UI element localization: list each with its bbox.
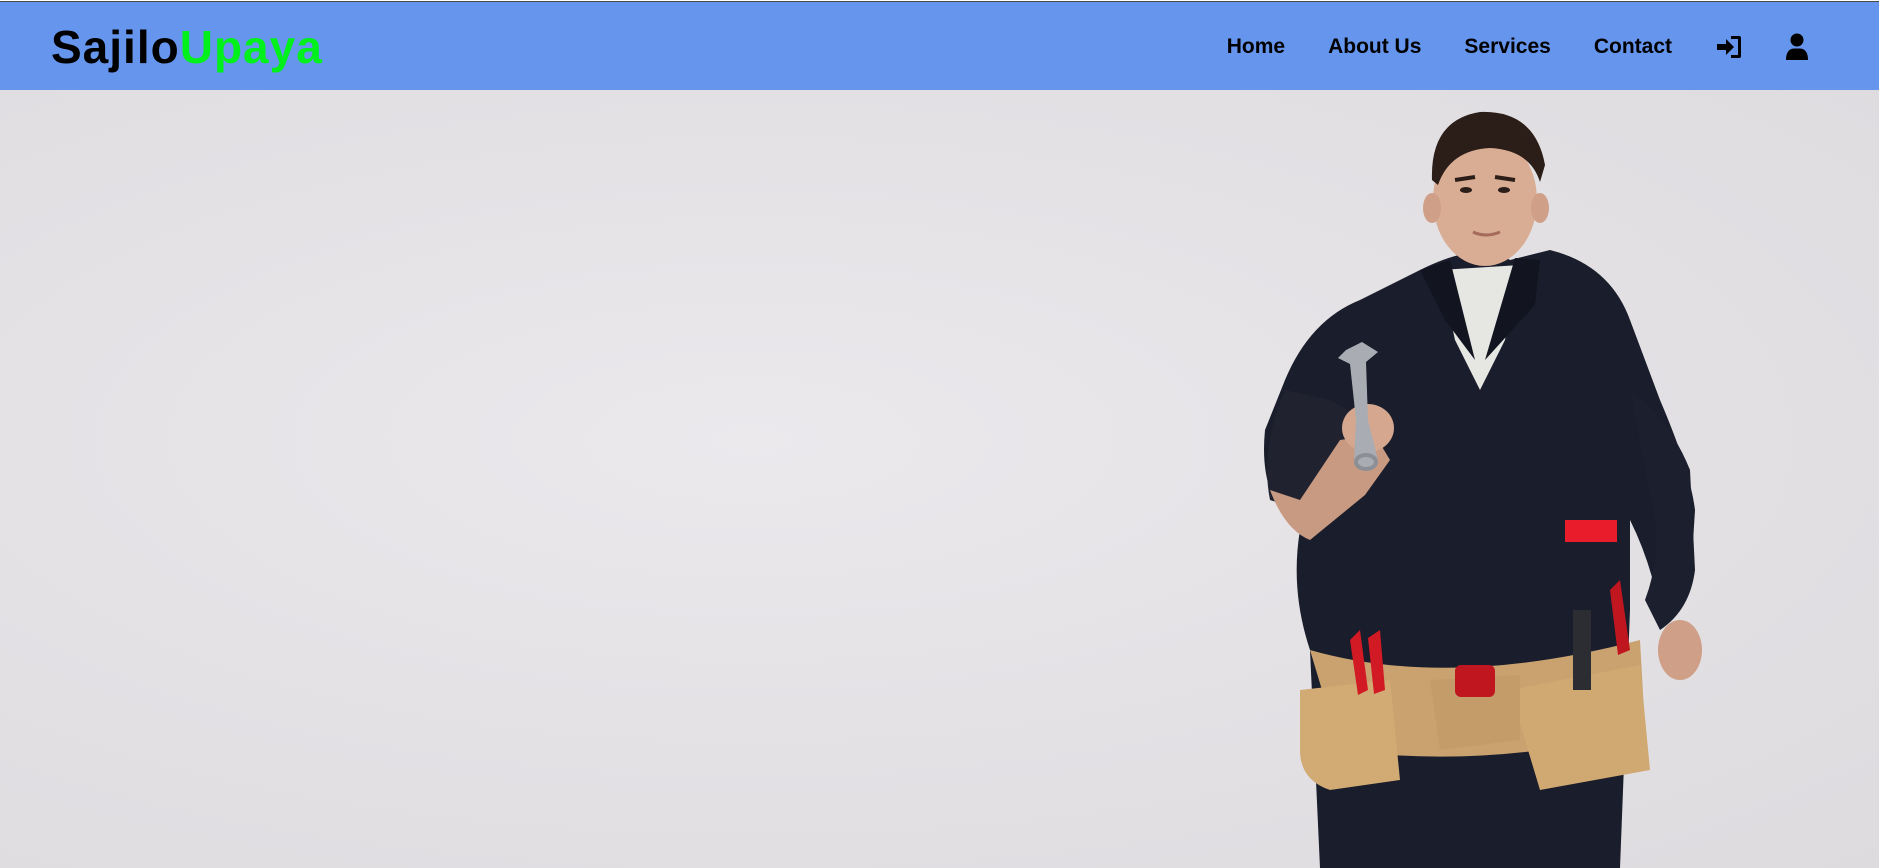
user-icon[interactable] [1782, 32, 1812, 62]
brand-name-part-b: Upaya [179, 21, 323, 73]
nav-link-services[interactable]: Services [1464, 35, 1550, 59]
brand-logo[interactable]: SajiloUpaya [51, 20, 323, 74]
nav-link-contact[interactable]: Contact [1594, 35, 1672, 59]
brand-name-part-a: Sajilo [51, 21, 180, 73]
worker-figure-image [1264, 111, 1702, 868]
nav-menu: Home About Us Services Contact [1227, 2, 1879, 91]
nav-link-home[interactable]: Home [1227, 35, 1285, 59]
hero-banner [0, 90, 1879, 868]
navbar: SajiloUpaya Home About Us Services Conta… [0, 1, 1879, 90]
sign-in-icon[interactable] [1714, 32, 1744, 62]
nav-link-about-us[interactable]: About Us [1328, 35, 1421, 59]
